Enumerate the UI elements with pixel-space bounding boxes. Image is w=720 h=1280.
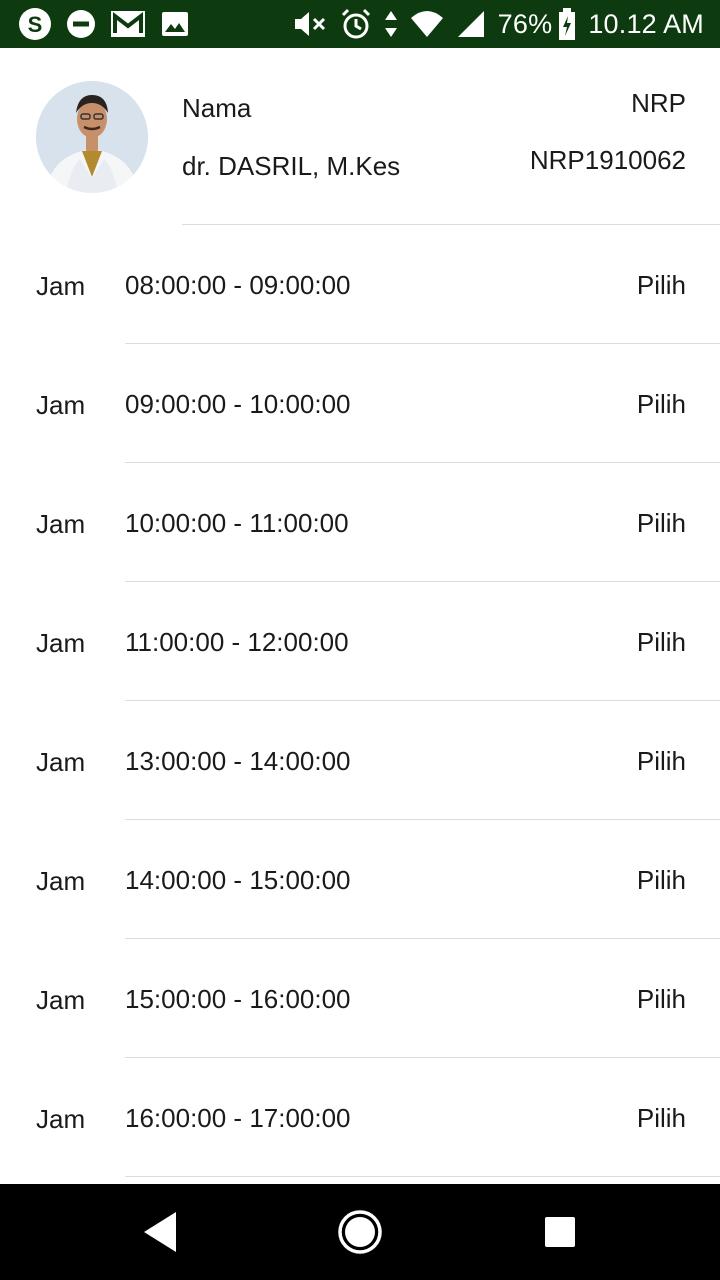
slot-time: 09:00:00 - 10:00:00 — [125, 389, 351, 419]
slot-time: 13:00:00 - 14:00:00 — [125, 746, 351, 776]
time-slot-row[interactable]: Jam 08:00:00 - 09:00:00 Pilih — [0, 225, 720, 344]
slot-label: Jam — [36, 1104, 86, 1134]
select-slot-button[interactable]: Pilih — [637, 1103, 686, 1134]
slot-label: Jam — [36, 271, 86, 301]
recent-apps-button[interactable] — [536, 1208, 584, 1256]
name-label: Nama — [182, 93, 252, 123]
doctor-nrp: NRP1910062 — [529, 145, 686, 175]
slot-label: Jam — [36, 390, 86, 420]
clock: 10.12 AM — [588, 8, 704, 39]
time-slot-row[interactable]: Jam 11:00:00 - 12:00:00 Pilih — [0, 582, 720, 701]
battery-charging-icon — [558, 8, 576, 40]
slot-label: Jam — [36, 866, 86, 896]
doctor-name: dr. DASRIL, M.Kes — [182, 151, 401, 181]
minus-circle-icon — [66, 9, 96, 39]
time-slot-row[interactable]: Jam 13:00:00 - 14:00:00 Pilih — [0, 701, 720, 820]
time-slot-row[interactable]: Jam 16:00:00 - 17:00:00 Pilih — [0, 1058, 720, 1177]
select-slot-button[interactable]: Pilih — [637, 389, 686, 420]
status-bar-left: S — [18, 7, 204, 41]
slot-time: 10:00:00 - 11:00:00 — [125, 508, 349, 538]
doctor-avatar — [36, 81, 148, 193]
status-bar-right: 76% 10.12 AM — [280, 8, 704, 40]
doctor-profile-header: Nama dr. DASRIL, M.Kes NRP NRP1910062 — [0, 48, 720, 225]
status-bar: S 76% 10.12 AM — [0, 0, 720, 48]
slot-label: Jam — [36, 509, 86, 539]
slot-time: 11:00:00 - 12:00:00 — [125, 627, 349, 657]
slot-time: 15:00:00 - 16:00:00 — [125, 984, 351, 1014]
data-arrows-icon — [384, 9, 398, 39]
recent-apps-icon — [545, 1217, 575, 1247]
select-slot-button[interactable]: Pilih — [637, 627, 686, 658]
time-slot-list[interactable]: Jam 08:00:00 - 09:00:00 Pilih Jam 09:00:… — [0, 225, 720, 1184]
select-slot-button[interactable]: Pilih — [637, 746, 686, 777]
select-slot-button[interactable]: Pilih — [637, 270, 686, 301]
s-app-icon: S — [18, 7, 52, 41]
back-button[interactable] — [136, 1208, 184, 1256]
navigation-bar — [0, 1184, 720, 1280]
slot-time: 16:00:00 - 17:00:00 — [125, 1103, 351, 1133]
gmail-icon — [110, 9, 146, 39]
battery-percent: 76% — [497, 8, 553, 39]
svg-text:S: S — [28, 12, 43, 37]
alarm-icon — [340, 8, 372, 40]
home-button[interactable] — [336, 1208, 384, 1256]
select-slot-button[interactable]: Pilih — [637, 865, 686, 896]
time-slot-row[interactable]: Jam 09:00:00 - 10:00:00 Pilih — [0, 344, 720, 463]
time-slot-row[interactable]: Jam 14:00:00 - 15:00:00 Pilih — [0, 820, 720, 939]
time-slot-row[interactable]: Jam 10:00:00 - 11:00:00 Pilih — [0, 463, 720, 582]
mute-icon — [292, 9, 328, 39]
slot-label: Jam — [36, 747, 86, 777]
select-slot-button[interactable]: Pilih — [637, 508, 686, 539]
back-icon — [144, 1212, 176, 1252]
nrp-label: NRP — [631, 88, 686, 118]
home-icon — [338, 1210, 382, 1254]
select-slot-button[interactable]: Pilih — [637, 984, 686, 1015]
image-icon — [160, 9, 190, 39]
row-divider — [125, 1176, 720, 1177]
slot-label: Jam — [36, 628, 86, 658]
slot-time: 08:00:00 - 09:00:00 — [125, 270, 351, 300]
slot-time: 14:00:00 - 15:00:00 — [125, 865, 351, 895]
time-slot-row[interactable]: Jam 15:00:00 - 16:00:00 Pilih — [0, 939, 720, 1058]
slot-label: Jam — [36, 985, 86, 1015]
signal-icon — [456, 9, 486, 39]
wifi-icon — [410, 10, 444, 38]
